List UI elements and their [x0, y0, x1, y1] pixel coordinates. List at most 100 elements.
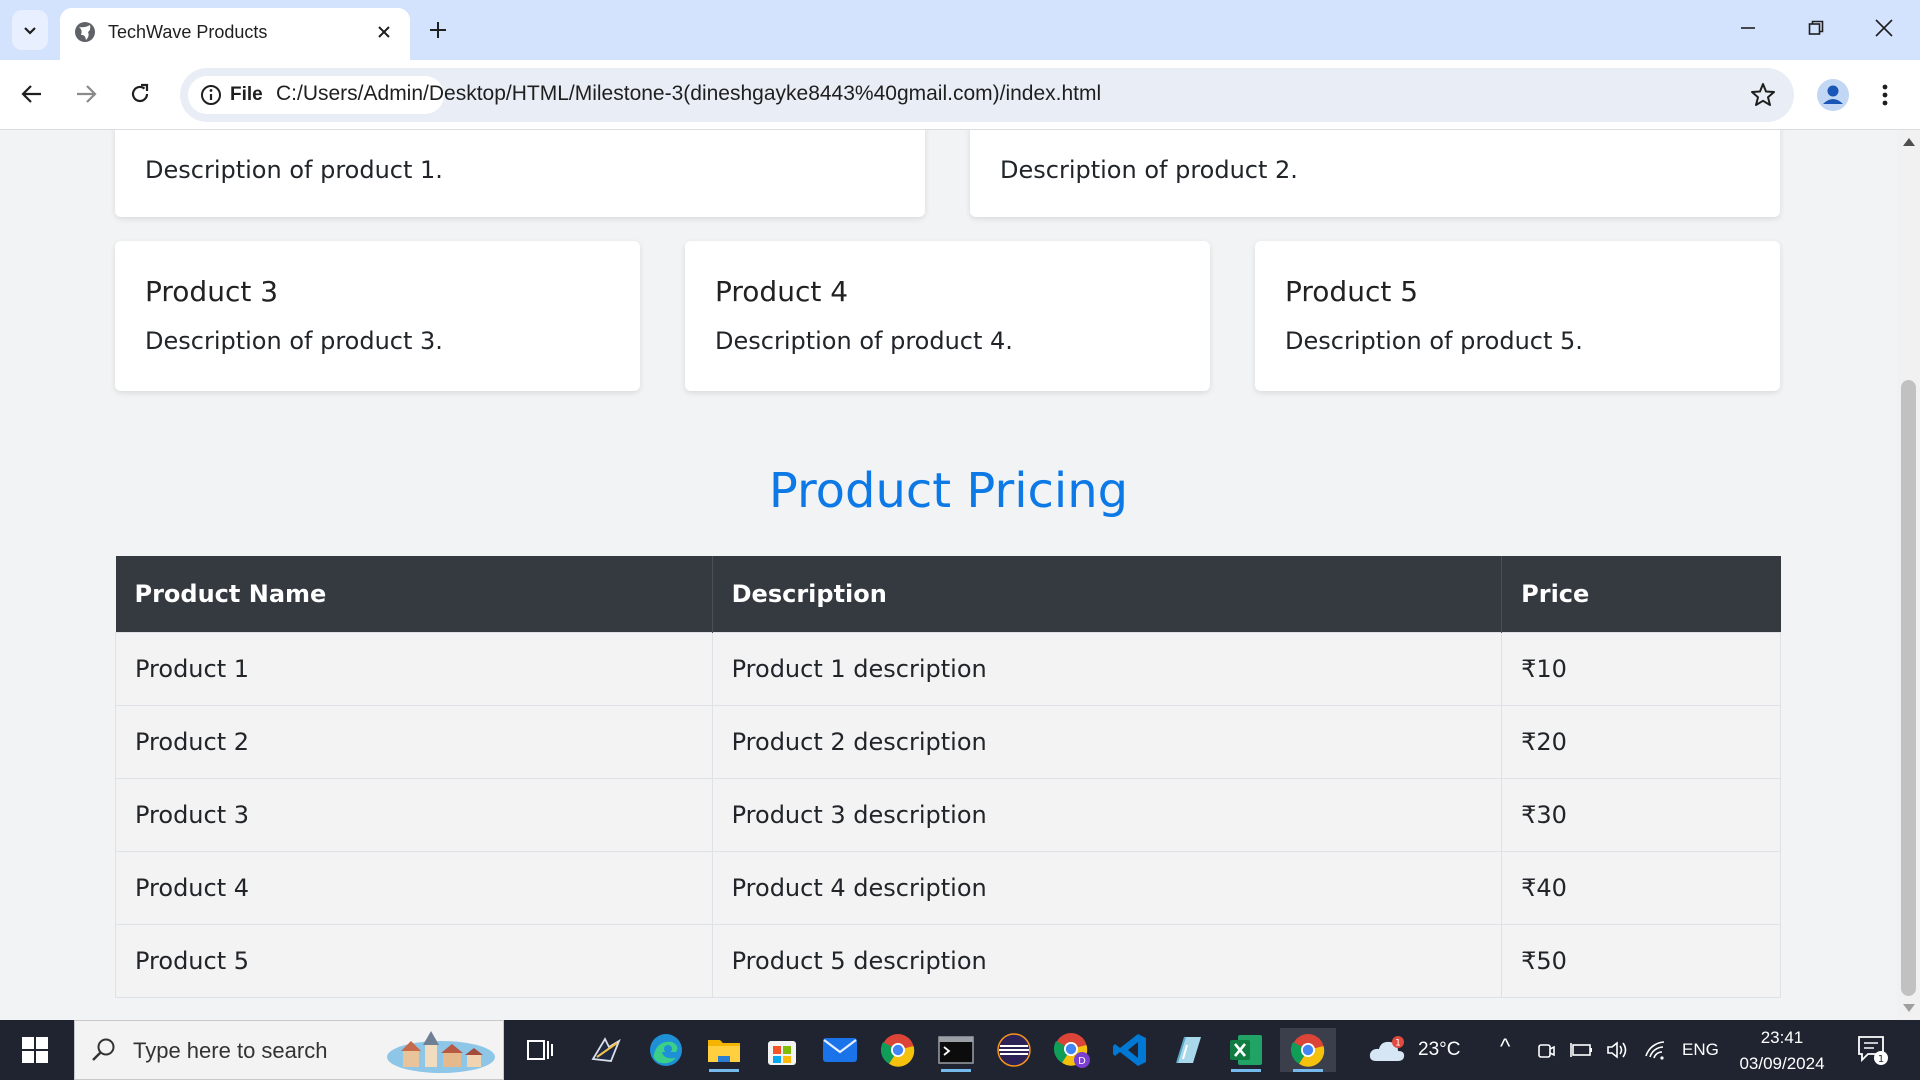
product-card-2: Description of product 2.	[970, 130, 1780, 217]
close-tab-icon[interactable]	[372, 20, 396, 44]
search-placeholder: Type here to search	[133, 1038, 328, 1063]
arrow-left-icon	[21, 85, 41, 103]
battery-icon[interactable]	[1570, 1041, 1594, 1059]
arrow-right-icon	[77, 85, 97, 103]
scrollbar-thumb[interactable]	[1901, 380, 1916, 996]
taskbar-store[interactable]	[760, 1028, 804, 1072]
address-bar[interactable]: File C:/Users/Admin/Desktop/HTML/Milesto…	[180, 68, 1794, 122]
taskbar-chrome-1[interactable]	[876, 1028, 920, 1072]
meet-now-icon[interactable]	[1536, 1040, 1556, 1060]
column-header: Product Name	[115, 556, 713, 632]
clock[interactable]: 23:41 03/09/2024	[1730, 1025, 1834, 1077]
chrome-icon	[1290, 1034, 1325, 1067]
scroll-down-icon[interactable]	[1903, 1004, 1915, 1012]
minimize-icon	[1741, 27, 1755, 29]
table-row: Product 4 Product 4 description ₹40	[115, 850, 1781, 925]
product-name-cell: Product 1	[115, 631, 713, 706]
description-cell: Product 4 description	[712, 850, 1503, 925]
chevron-up-icon[interactable]: ^	[1500, 1034, 1510, 1060]
running-indicator	[709, 1069, 739, 1072]
wifi-icon[interactable]	[1644, 1040, 1668, 1060]
taskbar-terminal[interactable]	[934, 1028, 978, 1072]
task-view-icon	[527, 1040, 553, 1060]
forward-button[interactable]	[68, 76, 104, 112]
more-vertical-icon	[1882, 84, 1888, 106]
product-name-cell: Product 3	[115, 777, 713, 852]
tab-search-button[interactable]	[12, 10, 48, 50]
column-header: Description	[712, 556, 1503, 632]
terminal-icon	[938, 1036, 974, 1064]
mail-icon	[823, 1038, 857, 1062]
description-cell: Product 3 description	[712, 777, 1503, 852]
browser-tab[interactable]: TechWave Products	[60, 8, 410, 60]
avatar-icon	[1817, 79, 1849, 111]
chrome-profile-icon: D	[1053, 1033, 1090, 1068]
product-name-cell: Product 4	[115, 850, 713, 925]
tab-bar: TechWave Products	[0, 0, 1920, 60]
price-cell: ₹30	[1501, 777, 1781, 852]
product-card-4: Product 4 Description of product 4.	[685, 241, 1210, 391]
table-header-row: Product Name Description Price	[115, 556, 1781, 632]
restore-button[interactable]	[1788, 8, 1844, 48]
svg-text:1: 1	[1878, 1054, 1884, 1065]
taskbar-eclipse[interactable]	[992, 1028, 1036, 1072]
card-title: Product 5	[1285, 275, 1419, 308]
site-chip-label: File	[230, 84, 263, 105]
search-highlight-illustration	[387, 1031, 495, 1073]
profile-button[interactable]	[1814, 76, 1852, 114]
product-card-1: Description of product 1.	[115, 130, 925, 217]
excel-icon	[1230, 1035, 1262, 1065]
search-icon	[92, 1038, 115, 1061]
description-cell: Product 2 description	[712, 704, 1503, 779]
vscode-icon	[1113, 1034, 1146, 1066]
running-indicator	[941, 1069, 971, 1072]
running-indicator	[1293, 1069, 1323, 1072]
svg-text:D: D	[1078, 1056, 1086, 1067]
new-tab-button[interactable]	[422, 12, 454, 48]
taskbar-search-box[interactable]: Type here to search	[74, 1020, 504, 1080]
url-text[interactable]: C:/Users/Admin/Desktop/HTML/Milestone-3(…	[276, 82, 1101, 106]
card-description: Description of product 1.	[145, 156, 443, 184]
close-window-button[interactable]	[1856, 8, 1912, 48]
pricing-heading: Product Pricing	[768, 463, 1129, 519]
clock-date: 03/09/2024	[1739, 1054, 1825, 1073]
taskbar-chrome-profile[interactable]: D	[1050, 1028, 1094, 1072]
volume-icon[interactable]	[1606, 1040, 1630, 1060]
description-cell: Product 5 description	[712, 923, 1503, 998]
card-description: Description of product 3.	[145, 327, 443, 355]
taskbar-file-explorer[interactable]	[702, 1028, 746, 1072]
bookmark-star-icon[interactable]	[1750, 82, 1776, 108]
taskbar-mail[interactable]	[818, 1028, 862, 1072]
taskbar-excel[interactable]	[1224, 1028, 1268, 1072]
notification-center-button[interactable]: 1	[1852, 1028, 1894, 1072]
description-cell: Product 1 description	[712, 631, 1503, 706]
reload-icon	[131, 83, 149, 103]
plus-icon	[430, 22, 446, 38]
taskbar-app-design[interactable]	[584, 1028, 628, 1072]
minimize-button[interactable]	[1720, 8, 1776, 48]
page-scrollbar[interactable]	[1897, 130, 1920, 1020]
browser-menu-button[interactable]	[1870, 76, 1900, 114]
pricing-table: Product Name Description Price Product 1…	[115, 556, 1781, 998]
scroll-up-icon[interactable]	[1903, 138, 1915, 146]
table-row: Product 1 Product 1 description ₹10	[115, 631, 1781, 706]
taskbar-chrome-active[interactable]	[1280, 1028, 1336, 1072]
product-card-5: Product 5 Description of product 5.	[1255, 241, 1780, 391]
taskbar-notepad[interactable]	[1166, 1028, 1210, 1072]
weather-widget[interactable]: 1	[1366, 1028, 1410, 1072]
weather-temperature[interactable]: 23°C	[1418, 1039, 1460, 1061]
running-indicator	[1231, 1069, 1261, 1072]
table-row: Product 5 Product 5 description ₹50	[115, 923, 1781, 998]
product-name-cell: Product 2	[115, 704, 713, 779]
taskbar-edge[interactable]	[644, 1028, 688, 1072]
language-indicator[interactable]: ENG	[1682, 1040, 1719, 1060]
back-button[interactable]	[14, 76, 50, 112]
eclipse-icon	[997, 1033, 1031, 1067]
price-cell: ₹50	[1501, 923, 1781, 998]
start-button[interactable]	[0, 1020, 70, 1080]
reload-button[interactable]	[122, 76, 158, 112]
chevron-down-icon	[24, 27, 36, 35]
task-view-button[interactable]	[518, 1028, 562, 1072]
price-cell: ₹10	[1501, 631, 1781, 706]
taskbar-vscode[interactable]	[1108, 1028, 1152, 1072]
